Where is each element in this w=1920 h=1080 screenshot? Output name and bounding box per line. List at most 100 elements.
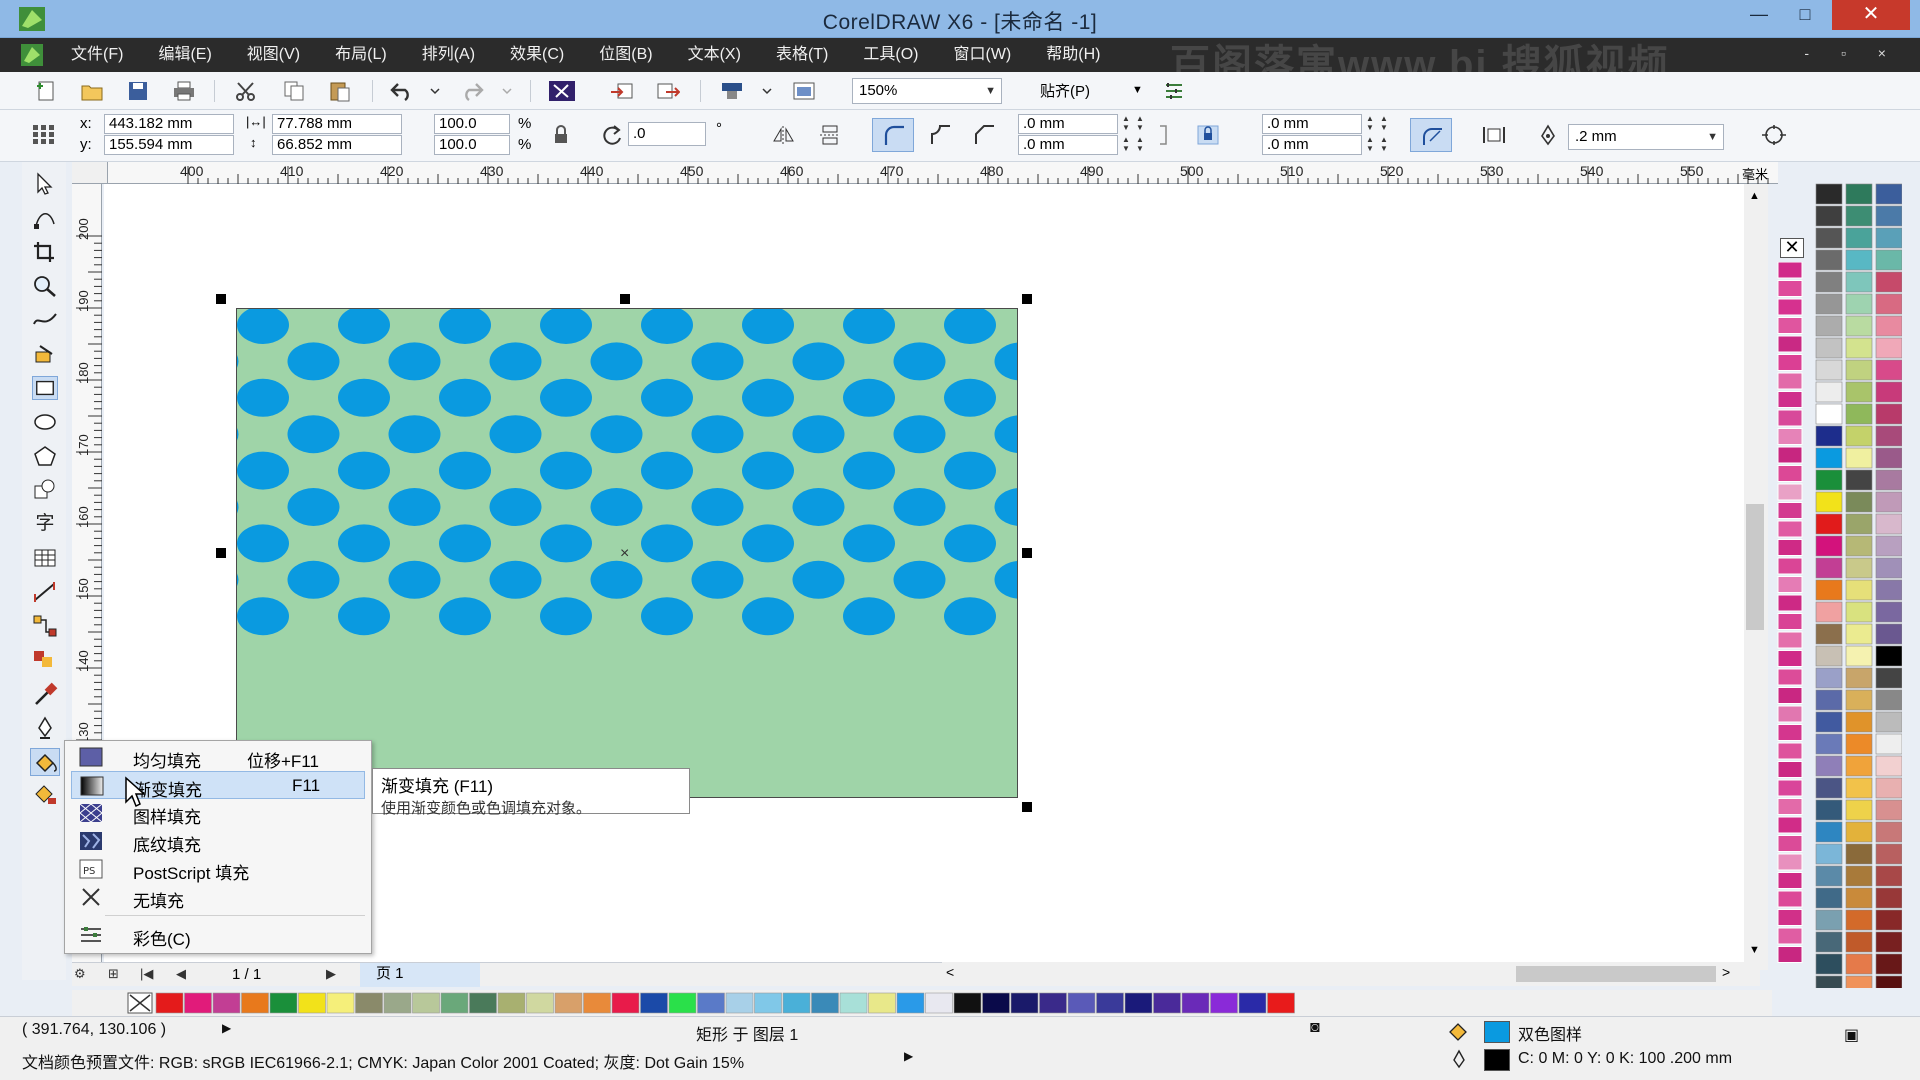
mirror-horizontal-icon[interactable]	[772, 124, 796, 146]
x-position-field[interactable]: 443.182 mm	[104, 114, 234, 134]
mdi-controls[interactable]: - ▫ ×	[1804, 45, 1900, 61]
selection-handle-bottom-right[interactable]	[1022, 802, 1032, 812]
menu-window[interactable]: 窗口(W)	[942, 38, 1022, 72]
color-bar-swatches[interactable]	[72, 990, 1772, 1016]
menu-file[interactable]: 文件(F)	[60, 38, 134, 72]
pick-tool-icon[interactable]	[32, 172, 58, 196]
color-profile-info[interactable]: 文档颜色预置文件: RGB: sRGB IEC61966-2.1; CMYK: …	[22, 1049, 744, 1073]
redo-icon[interactable]	[460, 80, 484, 102]
scroll-up-icon[interactable]: ▲	[1749, 190, 1760, 202]
vertical-scrollbar[interactable]: ▲ ▼	[1744, 184, 1768, 970]
fill-color-swatch[interactable]	[1484, 1021, 1510, 1043]
menu-text[interactable]: 文本(X)	[677, 38, 752, 72]
polygon-tool-icon[interactable]	[32, 444, 58, 468]
maximize-button[interactable]: □	[1782, 0, 1828, 30]
selection-handle-right[interactable]	[1022, 548, 1032, 558]
next-page-icon[interactable]: ▶	[326, 966, 336, 982]
page-options-icon[interactable]: ⚙	[74, 966, 86, 982]
export-icon[interactable]	[656, 80, 680, 102]
eyedropper-tool-icon[interactable]	[32, 682, 58, 706]
default-palette-swatches[interactable]	[1812, 168, 1902, 988]
crop-tool-icon[interactable]	[32, 240, 58, 264]
horizontal-ruler[interactable]: 400 410 420 430 440 450 460 470 480 490 …	[108, 162, 1778, 184]
snap-dropdown-icon[interactable]: ▼	[1132, 84, 1143, 96]
spinner-icon[interactable]: ▲ ▼	[1364, 114, 1376, 134]
undo-icon[interactable]	[390, 80, 414, 102]
menu-item-color-docker[interactable]: 彩色(C)	[71, 921, 365, 949]
scale-x-field[interactable]: 100.0	[434, 114, 510, 134]
chamfered-corner-icon[interactable]	[972, 124, 996, 146]
dimension-tool-icon[interactable]	[32, 580, 58, 604]
document-icon[interactable]	[20, 43, 44, 67]
options-icon[interactable]	[1162, 80, 1186, 102]
width-field[interactable]: 77.788 mm	[272, 114, 402, 134]
first-page-icon[interactable]: |◀	[140, 966, 153, 982]
y-position-field[interactable]: 155.594 mm	[104, 135, 234, 155]
expand-arrow-icon[interactable]: ▶	[904, 1049, 913, 1063]
minimize-button[interactable]: —	[1736, 0, 1782, 30]
no-color-swatch-icon[interactable]: ✕	[1780, 238, 1804, 258]
zoom-tool-icon[interactable]	[32, 274, 58, 298]
copy-icon[interactable]	[282, 80, 306, 102]
menu-item-postscript-fill[interactable]: PS PostScript 填充	[71, 855, 365, 883]
menu-item-uniform-fill[interactable]: 均匀填充 位移+F11	[71, 743, 365, 771]
table-tool-icon[interactable]	[32, 546, 58, 570]
menu-item-pattern-fill[interactable]: 图样填充	[71, 799, 365, 827]
selection-handle-top[interactable]	[620, 294, 630, 304]
add-page-before-icon[interactable]: ⊞	[108, 966, 119, 982]
redo-dropdown-icon[interactable]	[500, 80, 514, 102]
corner-radius-top-left[interactable]: .0 mm	[1018, 114, 1118, 134]
menu-view[interactable]: 视图(V)	[236, 38, 311, 72]
document-palette-swatches[interactable]	[1776, 262, 1806, 968]
undo-dropdown-icon[interactable]	[428, 80, 442, 102]
selection-handle-left[interactable]	[216, 548, 226, 558]
scrollbar-thumb[interactable]	[1516, 966, 1716, 982]
print-icon[interactable]	[172, 80, 196, 102]
corner-radius-top-right[interactable]: .0 mm	[1262, 114, 1362, 134]
edit-corners-together-icon[interactable]	[1196, 124, 1220, 146]
save-icon[interactable]	[126, 80, 150, 102]
basic-shapes-tool-icon[interactable]	[32, 478, 58, 502]
wrap-text-icon[interactable]	[1482, 124, 1506, 146]
height-field[interactable]: 66.852 mm	[272, 135, 402, 155]
application-launcher-icon[interactable]	[720, 80, 744, 102]
expand-arrow-icon[interactable]: ▶	[222, 1021, 231, 1035]
relative-corner-scaling-button[interactable]	[1410, 118, 1452, 152]
cut-icon[interactable]	[234, 80, 258, 102]
snap-to-label[interactable]: 贴齐(P)	[1040, 80, 1090, 101]
close-button[interactable]: ✕	[1832, 0, 1910, 30]
menu-table[interactable]: 表格(T)	[765, 38, 839, 72]
previous-page-icon[interactable]: ◀	[176, 966, 186, 982]
fill-tool-button[interactable]	[30, 748, 60, 776]
open-folder-icon[interactable]	[80, 80, 104, 102]
spinner-icon[interactable]: ▲ ▼	[1120, 114, 1132, 134]
lock-ratio-icon[interactable]	[552, 124, 570, 146]
scroll-right-icon[interactable]: >	[1722, 964, 1730, 980]
rotation-angle-field[interactable]: .0	[628, 122, 706, 146]
menu-bitmaps[interactable]: 位图(B)	[588, 38, 663, 72]
ellipse-tool-icon[interactable]	[32, 410, 58, 434]
import-icon[interactable]	[610, 80, 634, 102]
shape-tool-icon[interactable]	[32, 206, 58, 230]
spinner-icon[interactable]: ▲ ▼	[1134, 135, 1146, 155]
smart-fill-tool-icon[interactable]	[32, 342, 58, 366]
horizontal-scrollbar[interactable]: < >	[940, 962, 1760, 986]
menu-help[interactable]: 帮助(H)	[1035, 38, 1111, 72]
corner-radius-bottom-right[interactable]: .0 mm	[1262, 135, 1362, 155]
menu-layout[interactable]: 布局(L)	[324, 38, 398, 72]
scroll-down-icon[interactable]: ▼	[1749, 944, 1760, 956]
menu-item-texture-fill[interactable]: 底纹填充	[71, 827, 365, 855]
blend-tool-icon[interactable]	[32, 648, 58, 672]
menu-item-fountain-fill[interactable]: 渐变填充 F11	[71, 771, 365, 800]
outline-width-combo[interactable]: .2 mm ▼	[1568, 124, 1724, 150]
ruler-corner[interactable]	[72, 162, 108, 184]
mirror-vertical-icon[interactable]	[818, 124, 842, 146]
text-tool-icon[interactable]: 字	[32, 512, 58, 536]
interactive-fill-tool-icon[interactable]	[32, 782, 58, 806]
round-corner-button[interactable]	[872, 118, 914, 152]
freehand-tool-icon[interactable]	[32, 308, 58, 332]
new-document-icon[interactable]	[34, 80, 58, 102]
connector-tool-icon[interactable]	[32, 614, 58, 638]
spinner-icon[interactable]: ▲ ▼	[1378, 114, 1390, 134]
rectangle-tool-icon[interactable]	[32, 376, 58, 400]
